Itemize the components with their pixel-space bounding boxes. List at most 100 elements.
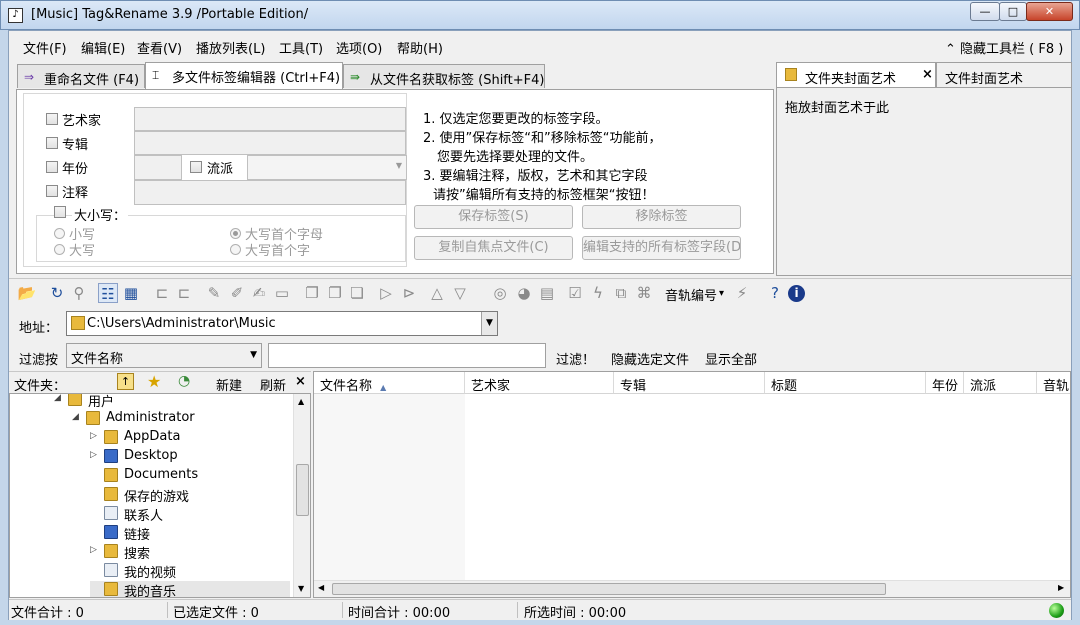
next-icon[interactable]: ⊳ xyxy=(399,283,419,303)
tab-multi-tag-editor[interactable]: ⌶ 多文件标签编辑器 (Ctrl+F4) xyxy=(145,62,343,89)
quick-action-icon[interactable]: ⚡ xyxy=(732,283,752,303)
column-header-artist[interactable]: 艺术家 xyxy=(465,372,614,394)
close-icon[interactable]: × xyxy=(295,374,306,389)
artist-field[interactable] xyxy=(134,107,406,131)
menu-playlist[interactable]: 播放列表(L) xyxy=(196,38,265,57)
year-checkbox[interactable] xyxy=(46,161,58,173)
menu-view[interactable]: 查看(V) xyxy=(137,38,182,57)
copy-icon[interactable]: ❐ xyxy=(325,283,345,303)
column-header-title[interactable]: 标题 xyxy=(765,372,926,394)
maximize-button[interactable]: □ xyxy=(999,2,1027,21)
new-folder-button[interactable]: 新建 xyxy=(216,375,242,394)
menu-options[interactable]: 选项(O) xyxy=(336,38,382,57)
artist-checkbox[interactable] xyxy=(46,113,58,125)
track-number-button[interactable]: 音轨编号 xyxy=(665,285,717,304)
scroll-up-icon[interactable]: ▲ xyxy=(298,397,304,406)
cover-drop-area[interactable]: 拖放封面艺术于此 xyxy=(776,88,1072,276)
checklist-icon[interactable]: ☑ xyxy=(565,283,585,303)
uppercase-radio[interactable] xyxy=(54,244,65,255)
address-combo[interactable]: C:\Users\Administrator\Music ▼ xyxy=(66,311,498,336)
folder-icon[interactable]: ⊏ xyxy=(174,283,194,303)
album-field[interactable] xyxy=(134,131,406,155)
filter-field-select[interactable]: 文件名称 ▼ xyxy=(66,343,262,368)
archive-icon[interactable]: ▭ xyxy=(272,283,292,303)
year-field[interactable] xyxy=(134,155,182,180)
tab-tags-from-filename[interactable]: ⇛ 从文件名获取标签 (Shift+F4) xyxy=(343,64,545,88)
tab-file-cover-art[interactable]: 文件封面艺术 xyxy=(936,62,1072,88)
case-checkbox[interactable] xyxy=(54,206,66,218)
hide-toolbar-button[interactable]: ⌃ 隐藏工具栏 ( F8 ) xyxy=(945,38,1063,57)
collapsed-arrow-icon[interactable]: ▷ xyxy=(90,545,97,555)
pie-icon[interactable]: ◕ xyxy=(514,283,534,303)
first-word-radio[interactable] xyxy=(230,244,241,255)
genre-checkbox[interactable] xyxy=(190,161,202,173)
cd-icon[interactable]: ◎ xyxy=(490,283,510,303)
search-icon[interactable]: ⚲ xyxy=(69,283,89,303)
minimize-button[interactable]: — xyxy=(970,2,1000,21)
collapsed-arrow-icon[interactable]: ▷ xyxy=(90,431,97,441)
first-letter-radio[interactable] xyxy=(230,228,241,239)
column-header-filename[interactable]: 文件名称 ▲ xyxy=(314,372,465,394)
album-checkbox[interactable] xyxy=(46,137,58,149)
lightning-icon[interactable]: ϟ xyxy=(588,283,608,303)
paste-icon[interactable]: ❏ xyxy=(347,283,367,303)
refresh-icon[interactable]: ↻ xyxy=(47,283,67,303)
info-icon[interactable]: i xyxy=(788,285,805,302)
edit-icon[interactable]: ✐ xyxy=(227,283,247,303)
file-list-scrollbar[interactable]: ◀ ▶ xyxy=(314,580,1070,597)
folder-up-icon[interactable]: ⊏ xyxy=(152,283,172,303)
collapsed-arrow-icon[interactable]: ▷ xyxy=(90,450,97,460)
scroll-left-icon[interactable]: ◀ xyxy=(318,583,324,592)
scroll-down-icon[interactable]: ▼ xyxy=(298,584,304,593)
chevron-down-icon[interactable]: ▾ xyxy=(719,288,724,299)
move-up-icon[interactable]: △ xyxy=(427,283,447,303)
open-folder-icon[interactable]: 📂 xyxy=(17,283,37,303)
column-header-track[interactable]: 音轨... xyxy=(1037,372,1070,394)
hide-selected-button[interactable]: 隐藏选定文件 xyxy=(611,349,689,368)
column-header-album[interactable]: 专辑 xyxy=(614,372,765,394)
folder-tree-scrollbar[interactable]: ▲ ▼ xyxy=(293,394,310,597)
tag-icon[interactable]: ⌘ xyxy=(634,283,654,303)
show-all-button[interactable]: 显示全部 xyxy=(705,349,757,368)
tree-item-selected[interactable]: 我的音乐 xyxy=(90,581,290,597)
copy-from-focus-button[interactable]: 复制自焦点文件(C) xyxy=(414,236,573,260)
help-icon[interactable]: ? xyxy=(765,283,785,303)
tab-rename-files[interactable]: ⇒ 重命名文件 (F4) xyxy=(17,64,145,88)
copy-icon[interactable]: ❐ xyxy=(302,283,322,303)
scrollbar-thumb[interactable] xyxy=(296,464,309,516)
column-header-year[interactable]: 年份 xyxy=(926,372,964,394)
file-list[interactable]: 文件名称 ▲ 艺术家 专辑 标题 年份 流派 音轨... ◀ ▶ xyxy=(313,371,1071,598)
chevron-down-icon[interactable]: ▼ xyxy=(481,312,497,335)
remove-tags-button[interactable]: 移除标签 xyxy=(582,205,741,229)
pen-icon[interactable]: ✎ xyxy=(204,283,224,303)
edit-all-frames-button[interactable]: 编辑支持的所有标签字段(D xyxy=(582,236,741,260)
expanded-arrow-icon[interactable]: ◢ xyxy=(54,394,61,403)
lowercase-radio[interactable] xyxy=(54,228,65,239)
comment-field[interactable] xyxy=(134,180,406,205)
favorites-star-icon[interactable]: ★ xyxy=(147,372,161,391)
close-button[interactable]: ✕ xyxy=(1026,2,1073,21)
scroll-right-icon[interactable]: ▶ xyxy=(1058,583,1064,592)
close-icon[interactable]: × xyxy=(922,67,933,82)
windows-icon[interactable]: ⧉ xyxy=(611,283,631,303)
filter-button[interactable]: 过滤！ xyxy=(556,349,595,368)
menu-tools[interactable]: 工具(T) xyxy=(279,38,323,57)
list-view-icon[interactable]: ☷ xyxy=(98,283,118,303)
history-icon[interactable]: ◔ xyxy=(178,373,190,389)
refresh-button[interactable]: 刷新 xyxy=(260,375,286,394)
app-icon[interactable]: ♪ xyxy=(8,8,23,23)
expanded-arrow-icon[interactable]: ◢ xyxy=(72,412,79,422)
menu-file[interactable]: 文件(F) xyxy=(23,38,67,57)
tab-folder-cover-art[interactable]: 文件夹封面艺术 × xyxy=(776,62,936,88)
save-icon[interactable]: ▤ xyxy=(537,283,557,303)
scrollbar-thumb[interactable] xyxy=(332,583,886,595)
save-tags-button[interactable]: 保存标签(S) xyxy=(414,205,573,229)
grid-view-icon[interactable]: ▦ xyxy=(121,283,141,303)
column-header-genre[interactable]: 流派 xyxy=(964,372,1037,394)
play-icon[interactable]: ▷ xyxy=(376,283,396,303)
menu-help[interactable]: 帮助(H) xyxy=(397,38,443,57)
filter-input[interactable] xyxy=(268,343,546,368)
folder-up-icon[interactable]: ↑ xyxy=(117,373,134,390)
move-down-icon[interactable]: ▽ xyxy=(450,283,470,303)
menu-edit[interactable]: 编辑(E) xyxy=(81,38,125,57)
